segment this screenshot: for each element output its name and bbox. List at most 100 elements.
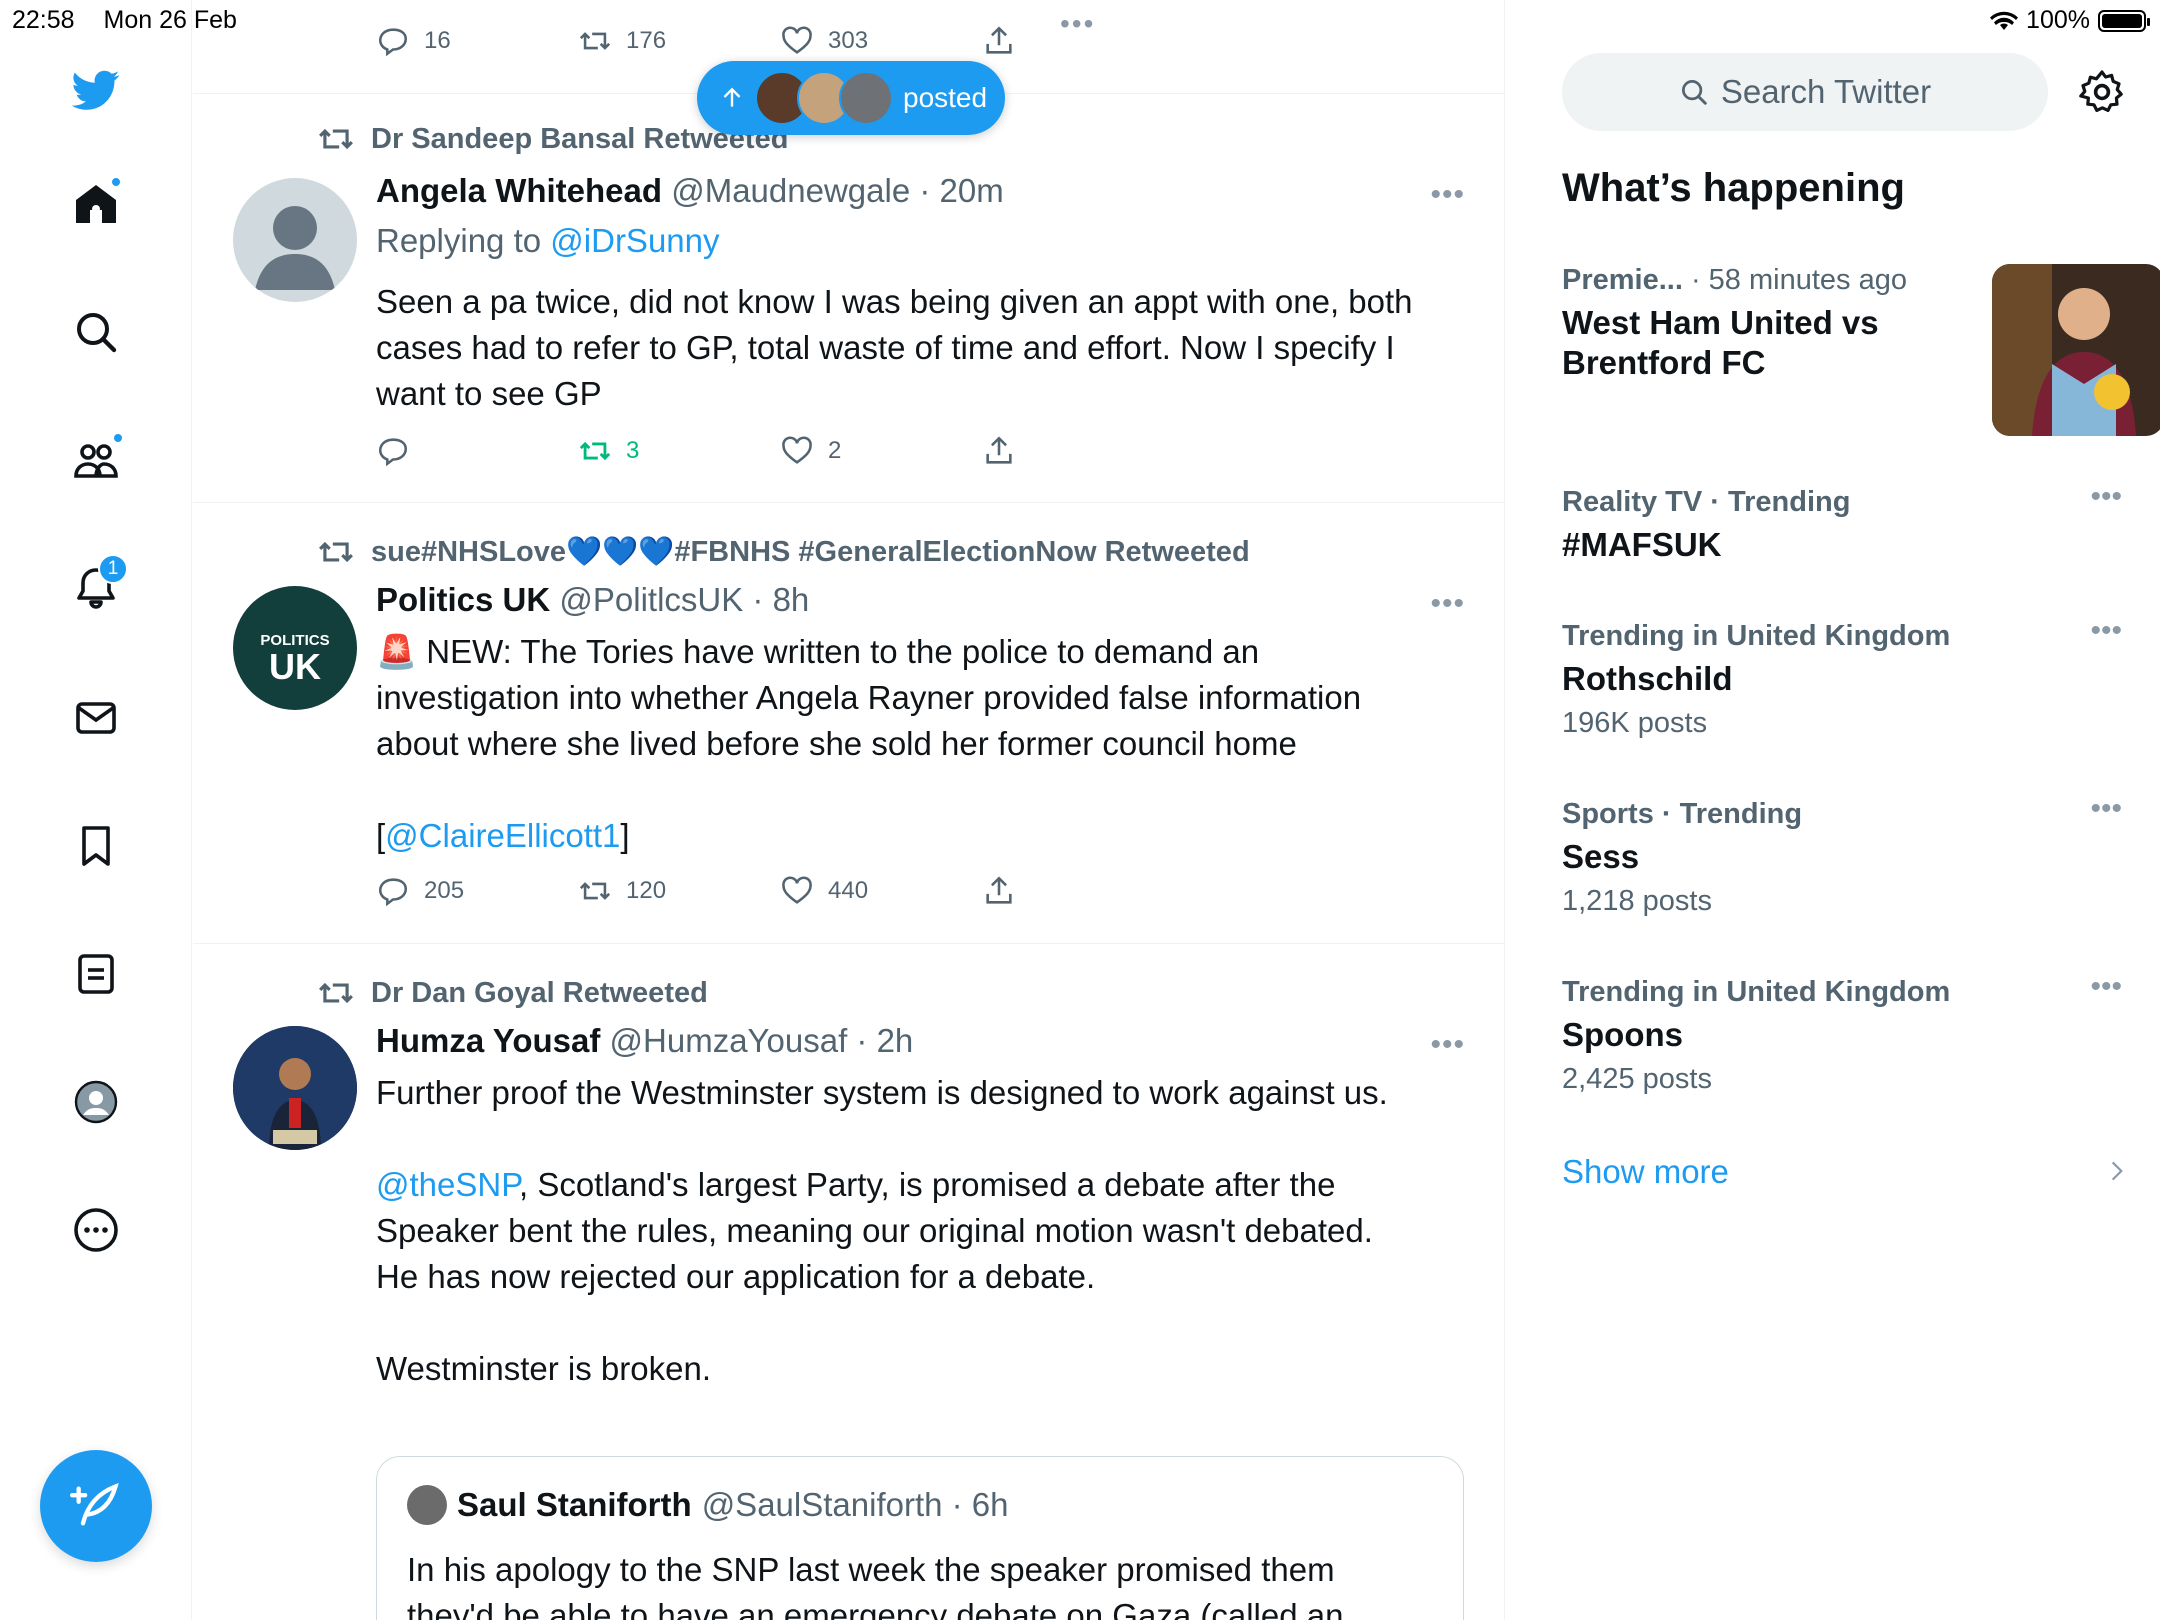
search-placeholder: Search Twitter xyxy=(1720,73,1932,110)
compose-feather-icon xyxy=(70,1482,119,1526)
tweet-card[interactable]: Dr Dan Goyal Retweeted Humza Yousaf @Hum… xyxy=(193,944,1504,1620)
like-count: 303 xyxy=(828,27,869,54)
nav-lists[interactable] xyxy=(60,938,132,1010)
nav-profile[interactable] xyxy=(60,1066,132,1138)
search-icon xyxy=(77,313,117,353)
author-meta[interactable]: @Maudnewgale · 20m xyxy=(671,172,1004,209)
trend-more-button[interactable]: ••• xyxy=(2090,614,2122,648)
nav-bookmarks[interactable] xyxy=(60,810,132,882)
retweet-icon xyxy=(579,882,611,900)
trend-category: Sports · Trending xyxy=(1562,798,1803,830)
quoted-tweet[interactable]: Saul Staniforth @SaulStaniforth · 6h In … xyxy=(376,1456,1464,1620)
like-button[interactable]: 2 xyxy=(780,434,982,468)
share-icon xyxy=(986,26,1012,54)
humza-yousaf-photo xyxy=(233,1026,357,1150)
tweet-card[interactable]: sue#NHSLove💙💙💙#FBNHS #GeneralElectionNow… xyxy=(193,503,1504,944)
nav-more[interactable] xyxy=(60,1194,132,1266)
reply-button[interactable] xyxy=(376,434,578,468)
tweet-card[interactable]: Dr Sandeep Bansal Retweeted Angela White… xyxy=(193,94,1504,503)
nav-home[interactable] xyxy=(60,168,132,240)
nav-messages[interactable] xyxy=(60,682,132,754)
chevron-right-icon xyxy=(2111,1161,2123,1181)
retweet-context: Dr Dan Goyal Retweeted xyxy=(317,974,708,1012)
avatar[interactable] xyxy=(233,1026,357,1150)
author-name[interactable]: Politics UK xyxy=(376,581,550,618)
quoted-tweet-text: In his apology to the SNP last week the … xyxy=(407,1551,1344,1620)
avatar[interactable] xyxy=(233,178,357,302)
new-posts-pill[interactable]: posted xyxy=(697,61,1005,135)
nav-communities[interactable] xyxy=(60,424,132,496)
trend-more-button[interactable]: ••• xyxy=(2090,792,2122,826)
author-meta[interactable]: @PolitlcsUK · 8h xyxy=(559,581,809,618)
search-input[interactable]: Search Twitter xyxy=(1562,53,2048,131)
share-button[interactable] xyxy=(982,24,1184,58)
retweet-icon xyxy=(579,441,611,461)
tweet-header: Politics UK @PolitlcsUK · 8h xyxy=(376,581,809,619)
notification-count-badge: 1 xyxy=(98,554,128,584)
tweet-text: 🚨 NEW: The Tories have written to the po… xyxy=(376,633,1362,762)
quoted-tweet-header: Saul Staniforth @SaulStaniforth · 6h xyxy=(407,1485,1009,1525)
retweet-button[interactable]: 120 xyxy=(578,874,780,908)
like-button[interactable]: 303 xyxy=(780,24,982,58)
tweet-more-button[interactable]: ••• xyxy=(1430,178,1465,212)
tweet-more-button[interactable]: ••• xyxy=(1430,1028,1465,1062)
retweet-button[interactable]: 176 xyxy=(578,24,780,58)
retweet-count: 3 xyxy=(626,437,640,464)
author-name[interactable]: Humza Yousaf xyxy=(376,1022,600,1059)
reply-button[interactable]: 205 xyxy=(376,874,578,908)
replying-handle-link[interactable]: @iDrSunny xyxy=(550,222,719,259)
trend-more-button[interactable]: ••• xyxy=(2090,480,2122,514)
trend-category: Trending in United Kingdom xyxy=(1562,976,1951,1008)
show-more-link[interactable]: Show more xyxy=(1562,1153,1729,1191)
mention-link[interactable]: @theSNP xyxy=(376,1166,519,1203)
trend-post-count: 2,425 posts xyxy=(1562,1063,1712,1095)
poster-avatar xyxy=(839,71,893,125)
politics-uk-logo-uk: UK xyxy=(269,646,321,687)
tweet-text-line3: He has now rejected our application for … xyxy=(376,1258,1096,1295)
author-meta[interactable]: @HumzaYousaf · 2h xyxy=(610,1022,914,1059)
trend-item[interactable]: Premie... · 58 minutes ago West Ham Unit… xyxy=(1562,264,2160,436)
bookmark-icon xyxy=(82,826,110,866)
trend-item[interactable]: Trending in United Kingdom Spoons 2,425 … xyxy=(1562,970,2122,1096)
trend-item[interactable]: Trending in United Kingdom Rothschild 19… xyxy=(1562,614,2122,740)
trend-more-button[interactable]: ••• xyxy=(2090,970,2122,1004)
compose-tweet-button[interactable] xyxy=(40,1450,152,1562)
tweet-text-line2: @theSNP, Scotland's largest Party, is pr… xyxy=(376,1162,1446,1254)
retweet-icon xyxy=(319,982,353,1004)
reply-button[interactable]: 16 xyxy=(376,24,578,58)
heart-icon xyxy=(782,26,812,54)
author-name[interactable]: Angela Whitehead xyxy=(376,172,662,209)
trend-item[interactable]: Sports · Trending Sess 1,218 posts ••• xyxy=(1562,792,2122,918)
like-button[interactable]: 440 xyxy=(780,874,982,908)
sidebar-nav: 1 xyxy=(0,0,192,1620)
tweet-more-button[interactable]: ••• xyxy=(1430,587,1465,621)
reply-icon xyxy=(378,28,408,57)
share-button[interactable] xyxy=(982,874,1184,908)
reply-count: 16 xyxy=(424,27,451,54)
nav-explore[interactable] xyxy=(60,296,132,368)
nav-notifications[interactable]: 1 xyxy=(60,552,132,624)
bracket-close: ] xyxy=(620,817,630,854)
tweet-mention-line: [@ClaireEllicott1] xyxy=(376,813,1446,859)
heart-icon xyxy=(782,876,812,904)
new-posts-avatars xyxy=(755,71,893,125)
share-button[interactable] xyxy=(982,434,1184,468)
tweet-actions: 205 120 440 xyxy=(376,874,1184,908)
retweeted-by: sue#NHSLove💙💙💙#FBNHS #GeneralElectionNow… xyxy=(371,536,1250,568)
list-icon xyxy=(78,954,114,994)
reply-icon xyxy=(378,878,408,907)
tweet-actions: 16 176 303 xyxy=(376,24,1184,58)
profile-avatar-icon xyxy=(74,1080,118,1124)
trend-title: Spoons xyxy=(1562,1016,1683,1053)
avatar[interactable]: POLITICS UK xyxy=(233,586,357,710)
retweet-button[interactable]: 3 xyxy=(578,434,780,468)
gear-icon[interactable] xyxy=(2078,68,2126,116)
mention-link[interactable]: @ClaireEllicott1 xyxy=(385,817,620,854)
tweet-text-line4: Westminster is broken. xyxy=(376,1350,711,1387)
twitter-logo-icon[interactable] xyxy=(60,54,132,126)
trend-title: #MAFSUK xyxy=(1562,526,1722,563)
trend-category: Premie... xyxy=(1562,264,1683,296)
trend-category: Reality TV · Trending xyxy=(1562,486,1851,518)
retweet-icon xyxy=(579,32,611,50)
trend-item[interactable]: Reality TV · Trending #MAFSUK ••• xyxy=(1562,480,2122,565)
